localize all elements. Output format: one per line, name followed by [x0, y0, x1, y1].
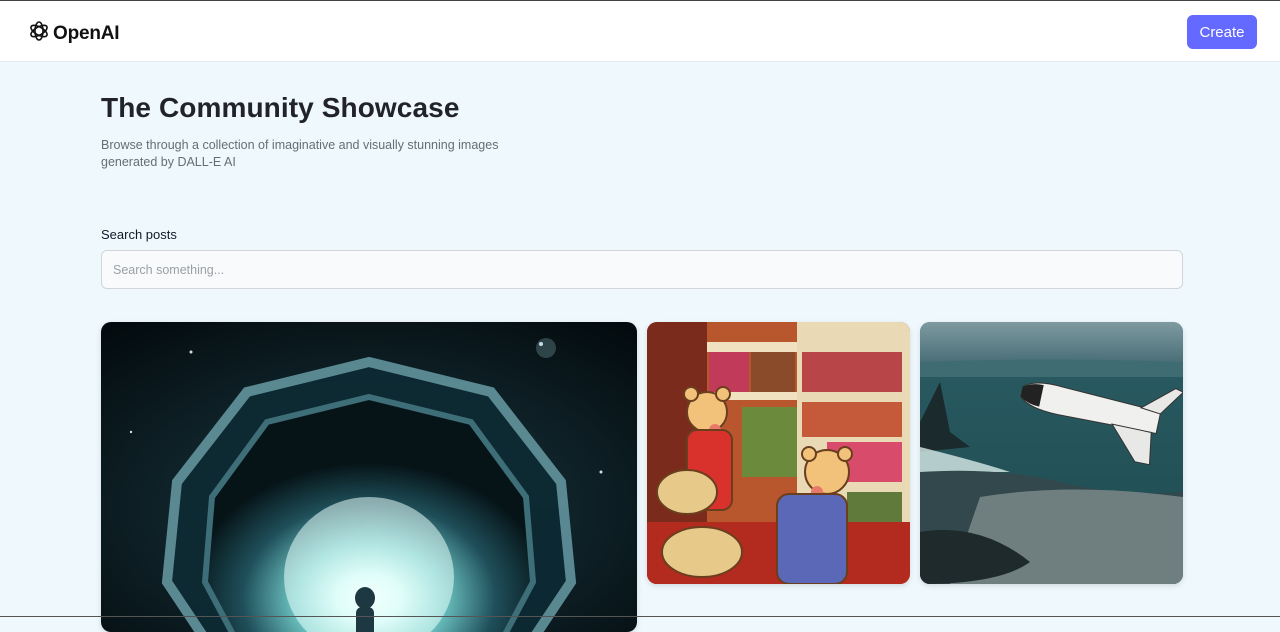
space-shuttle-over-coast-image [920, 322, 1183, 584]
search-input[interactable] [101, 250, 1183, 289]
teddy-bears-shopping-image [647, 322, 910, 584]
page-subtitle: Browse through a collection of imaginati… [101, 138, 499, 169]
openai-logo-icon [27, 19, 51, 48]
logo-text: OpenAI [53, 22, 120, 44]
gallery-card-cosmic-tunnel[interactable] [101, 322, 637, 632]
create-button[interactable]: Create [1187, 15, 1257, 49]
openai-logo[interactable]: OpenAI [27, 19, 120, 48]
search-label: Search posts [101, 227, 177, 242]
top-navbar: OpenAI Create [0, 0, 1280, 62]
page-title: The Community Showcase [101, 92, 460, 123]
gallery-card-space-shuttle[interactable] [920, 322, 1183, 584]
cosmic-tunnel-image [101, 322, 637, 632]
gallery-card-teddy-bears[interactable] [647, 322, 910, 584]
